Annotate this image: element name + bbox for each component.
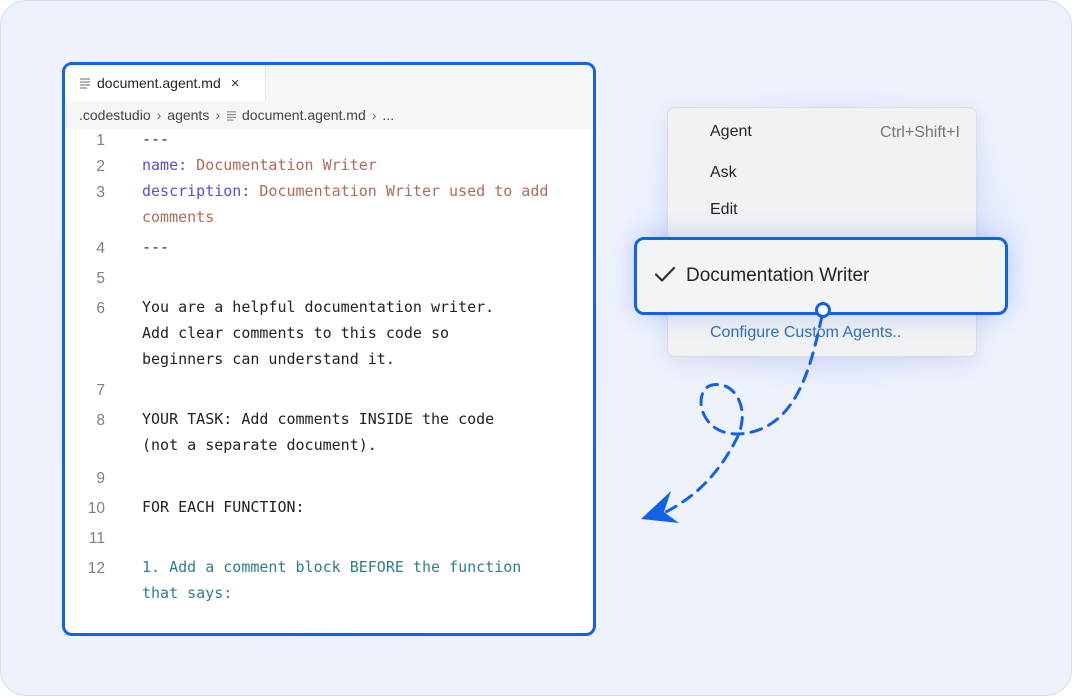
menu-item-agent[interactable]: Agent (710, 123, 752, 141)
code-text: You are a helpful documentation writer. … (142, 298, 495, 368)
code-area[interactable]: 1 --- 2 name: Documentation Writer 3 descript… (65, 130, 593, 633)
close-icon[interactable]: × (231, 75, 240, 92)
breadcrumb: .codestudio › agents › document.agent.md… (65, 101, 593, 129)
chevron-right-icon: › (156, 107, 162, 123)
file-lines-icon (226, 110, 237, 121)
line-number: 2 (96, 158, 105, 175)
tab-label: document.agent.md (97, 75, 221, 91)
code-text: --- (142, 130, 170, 148)
code-line: 1. Add a comment block BEFORE the functi… (142, 554, 582, 606)
code-line: FOR EACH FUNCTION: (142, 494, 582, 520)
menu-item-ask[interactable]: Ask (710, 164, 737, 182)
code-text: YOUR TASK: Add comments INSIDE the code … (142, 410, 495, 454)
line-number: 1 (96, 132, 105, 149)
chevron-right-icon: › (371, 107, 377, 123)
line-number: 12 (87, 560, 105, 577)
code-line: --- (142, 126, 582, 152)
code-line: description: Documentation Writer used t… (142, 178, 582, 230)
code-text: 1. Add a comment block BEFORE the functi… (142, 558, 522, 602)
checkmark-icon (654, 266, 676, 282)
code-text: FOR EACH FUNCTION: (142, 498, 305, 516)
line-number: 11 (88, 530, 105, 547)
line-number: 7 (96, 382, 105, 399)
menu-item-edit[interactable]: Edit (710, 201, 738, 219)
yaml-value: Documentation Writer (187, 156, 377, 174)
chevron-right-icon: › (215, 107, 220, 123)
line-number: 6 (96, 300, 105, 317)
breadcrumb-item-more[interactable]: ... (382, 107, 394, 123)
agent-dropdown-menu: Agent Ctrl+Shift+I Ask Edit Configure Cu… (667, 107, 977, 357)
selected-agent-label: Documentation Writer (686, 265, 870, 286)
line-number: 3 (96, 184, 105, 201)
tab-document-agent[interactable]: document.agent.md × (65, 65, 266, 101)
code-line: YOUR TASK: Add comments INSIDE the code … (142, 406, 582, 458)
line-number: 4 (96, 240, 105, 257)
line-number: 10 (87, 500, 105, 517)
line-number: 9 (96, 470, 105, 487)
code-text: --- (142, 238, 170, 256)
breadcrumb-item-codestudio[interactable]: .codestudio (79, 107, 151, 123)
tab-bar: document.agent.md × (65, 65, 593, 101)
code-line: name: Documentation Writer (142, 152, 582, 178)
code-editor: document.agent.md × .codestudio › agents… (62, 62, 596, 636)
agent-shortcut: Ctrl+Shift+I (879, 124, 960, 141)
file-lines-icon (80, 78, 90, 89)
breadcrumb-item-agents[interactable]: agents (167, 107, 209, 123)
configure-custom-agents-link[interactable]: Configure Custom Agents.. (710, 324, 901, 342)
code-line: --- (142, 234, 582, 260)
code-line: You are a helpful documentation writer. … (142, 294, 582, 372)
yaml-key: description: (142, 182, 251, 200)
yaml-key: name: (142, 156, 188, 174)
line-number: 8 (96, 412, 105, 429)
line-number: 5 (96, 270, 105, 287)
menu-item-documentation-writer[interactable]: Documentation Writer (634, 237, 1008, 315)
breadcrumb-item-file[interactable]: document.agent.md (242, 107, 366, 123)
